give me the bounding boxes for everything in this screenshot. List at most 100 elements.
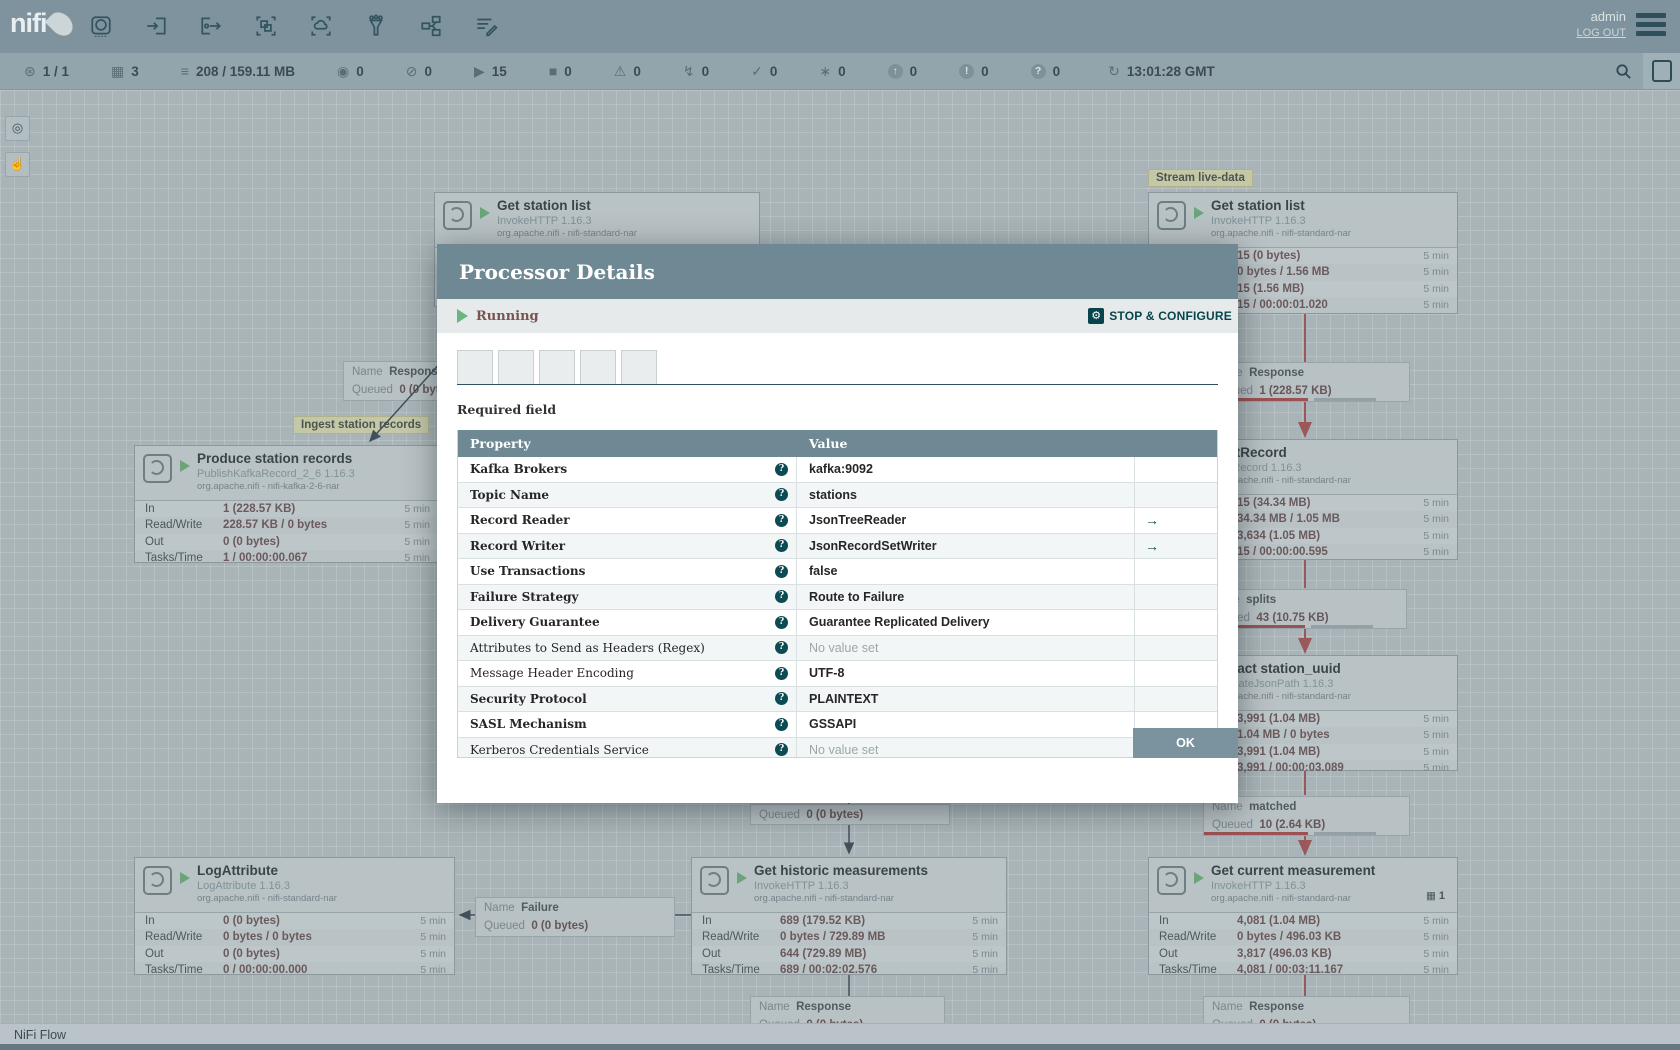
property-value-cell[interactable]: Route to Failure: [797, 584, 1135, 609]
dialog-tab[interactable]: [580, 350, 616, 384]
property-value-cell[interactable]: UTF-8: [797, 661, 1135, 686]
size-percent-bar: [1311, 625, 1373, 628]
property-extra-cell: [1135, 483, 1217, 508]
property-value-cell[interactable]: No value set: [797, 635, 1135, 660]
value-column-header: Value: [809, 436, 848, 451]
account-area: admin LOG OUT: [1576, 8, 1626, 42]
dialog-tab[interactable]: [498, 350, 534, 384]
processor[interactable]: LogAttribute LogAttribute 1.16.3 org.apa…: [134, 857, 455, 976]
property-value-cell[interactable]: stations: [797, 482, 1135, 507]
palette-button[interactable]: ◎: [5, 116, 30, 141]
dialog-tab[interactable]: [457, 350, 493, 384]
processor-type: EvaluateJsonPath 1.16.3: [1211, 678, 1334, 690]
help-icon[interactable]: ?: [775, 488, 788, 501]
global-menu-icon[interactable]: [1636, 13, 1666, 40]
help-icon[interactable]: ?: [775, 717, 788, 731]
property-name-cell: Failure Strategy ?: [458, 584, 797, 609]
breadcrumb[interactable]: NiFi Flow: [14, 1028, 66, 1042]
refresh-icon[interactable]: ↻: [1108, 64, 1120, 78]
canv-label[interactable]: Stream live-data: [1148, 169, 1253, 187]
property-name-cell: Use Transactions ?: [458, 559, 797, 584]
property-name-cell: Topic Name ?: [458, 482, 797, 507]
processor-stamp-icon: [1157, 201, 1186, 230]
help-icon[interactable]: ?: [775, 564, 788, 578]
status-value: 0: [909, 63, 918, 79]
refresh-status: ↻ 13:01:28 GMT: [1108, 64, 1215, 79]
gear-icon: ⚙: [1088, 308, 1105, 324]
property-value-cell[interactable]: No value set: [797, 737, 1135, 757]
status-icon: ∗: [819, 63, 832, 79]
processor-bundle: org.apache.nifi - nifi-standard-nar: [497, 228, 637, 239]
status-value: 208 / 159.11 MB: [195, 63, 296, 79]
logout-link[interactable]: LOG OUT: [1576, 25, 1626, 42]
processor[interactable]: Get current measurement InvokeHTTP 1.16.…: [1148, 857, 1458, 976]
status-icon: ?: [1030, 63, 1046, 79]
size-percent-bar: [1314, 398, 1376, 401]
status-item: ▦ 3: [111, 64, 139, 79]
dialog-tab[interactable]: [539, 350, 575, 384]
property-name-cell: Security Protocol ?: [458, 686, 797, 711]
property-value-cell[interactable]: kafka:9092: [797, 457, 1135, 482]
help-icon[interactable]: ?: [775, 666, 788, 680]
funnel-icon[interactable]: [357, 7, 395, 45]
dialog-tab[interactable]: [621, 350, 657, 384]
label-icon[interactable]: [467, 7, 505, 45]
property-value-cell[interactable]: Guarantee Replicated Delivery: [797, 610, 1135, 635]
remote-process-group-icon[interactable]: [302, 7, 340, 45]
processor-stamp-icon: [700, 866, 729, 895]
processor-stats: In 689 (179.52 KB) 5 min Read/Write 0 bytes…: [692, 912, 1006, 979]
property-value-cell[interactable]: PLAINTEXT: [797, 686, 1135, 711]
nifi-drop-icon: [44, 7, 77, 40]
status-icon: ▶: [474, 63, 485, 79]
palette-button[interactable]: ☝: [5, 152, 30, 177]
last-refresh-time: 13:01:28 GMT: [1126, 63, 1215, 79]
property-value-cell[interactable]: false: [797, 559, 1135, 584]
output-port-icon[interactable]: [192, 7, 230, 45]
property-name-cell: Message Header Encoding ?: [458, 661, 797, 686]
help-icon[interactable]: ?: [775, 590, 788, 603]
go-to-service-icon[interactable]: →: [1145, 538, 1159, 554]
property-row: Use Transactions ? false: [458, 559, 1217, 585]
property-value-cell[interactable]: GSSAPI: [797, 712, 1135, 737]
input-port-icon[interactable]: [137, 7, 175, 45]
status-value: 0: [356, 63, 364, 79]
stop-and-configure-button[interactable]: ⚙ STOP & CONFIGURE: [1088, 308, 1232, 324]
running-status-icon: [480, 207, 490, 219]
help-icon[interactable]: ?: [775, 692, 788, 705]
processor-icon[interactable]: [82, 7, 120, 45]
help-icon[interactable]: ?: [775, 615, 788, 629]
canv-label[interactable]: Ingest station records: [293, 416, 430, 434]
processor-type: LogAttribute 1.16.3: [197, 880, 290, 892]
running-status-icon: [1194, 207, 1204, 219]
status-value: 0: [424, 63, 432, 79]
property-value-cell[interactable]: JsonTreeReader: [797, 508, 1135, 533]
help-icon[interactable]: ?: [775, 462, 788, 476]
help-icon[interactable]: ?: [775, 743, 788, 756]
connection-label[interactable]: Name Failure Queued 0 (0 bytes): [475, 897, 675, 937]
help-icon[interactable]: ?: [775, 641, 788, 654]
top-toolbar: nifi admin LOG OUT: [0, 0, 1680, 53]
status-value: 0: [769, 63, 778, 79]
status-value: 3: [131, 63, 139, 79]
help-icon[interactable]: ?: [775, 513, 788, 527]
status-item: ! 0: [959, 63, 989, 79]
template-icon[interactable]: [412, 7, 450, 45]
status-value: 15: [491, 63, 507, 79]
go-to-service-icon[interactable]: →: [1145, 512, 1159, 528]
connection-label[interactable]: Queued 0 (0 bytes): [750, 804, 950, 825]
ok-button[interactable]: OK: [1133, 728, 1238, 758]
property-row: SASL Mechanism ? GSSAPI: [458, 712, 1217, 738]
property-value-cell[interactable]: JsonRecordSetWriter: [797, 533, 1135, 558]
help-icon[interactable]: ?: [775, 539, 788, 552]
processor-stamp-icon: [443, 201, 472, 230]
processor[interactable]: Produce station records PublishKafkaReco…: [134, 445, 439, 564]
search-icon[interactable]: [1603, 53, 1643, 89]
status-value: 0: [1052, 63, 1061, 79]
birdseye-icon[interactable]: [1643, 53, 1680, 89]
status-value: 0: [981, 63, 989, 79]
processor-stats: In 1 (228.57 KB) 5 min Read/Write 228.57 KB…: [135, 500, 438, 567]
process-group-icon[interactable]: [247, 7, 285, 45]
processor-title: SplitRecord: [1211, 445, 1287, 460]
processor[interactable]: Get historic measurements InvokeHTTP 1.1…: [691, 857, 1007, 976]
properties-table-header: Property Value: [458, 430, 1217, 457]
